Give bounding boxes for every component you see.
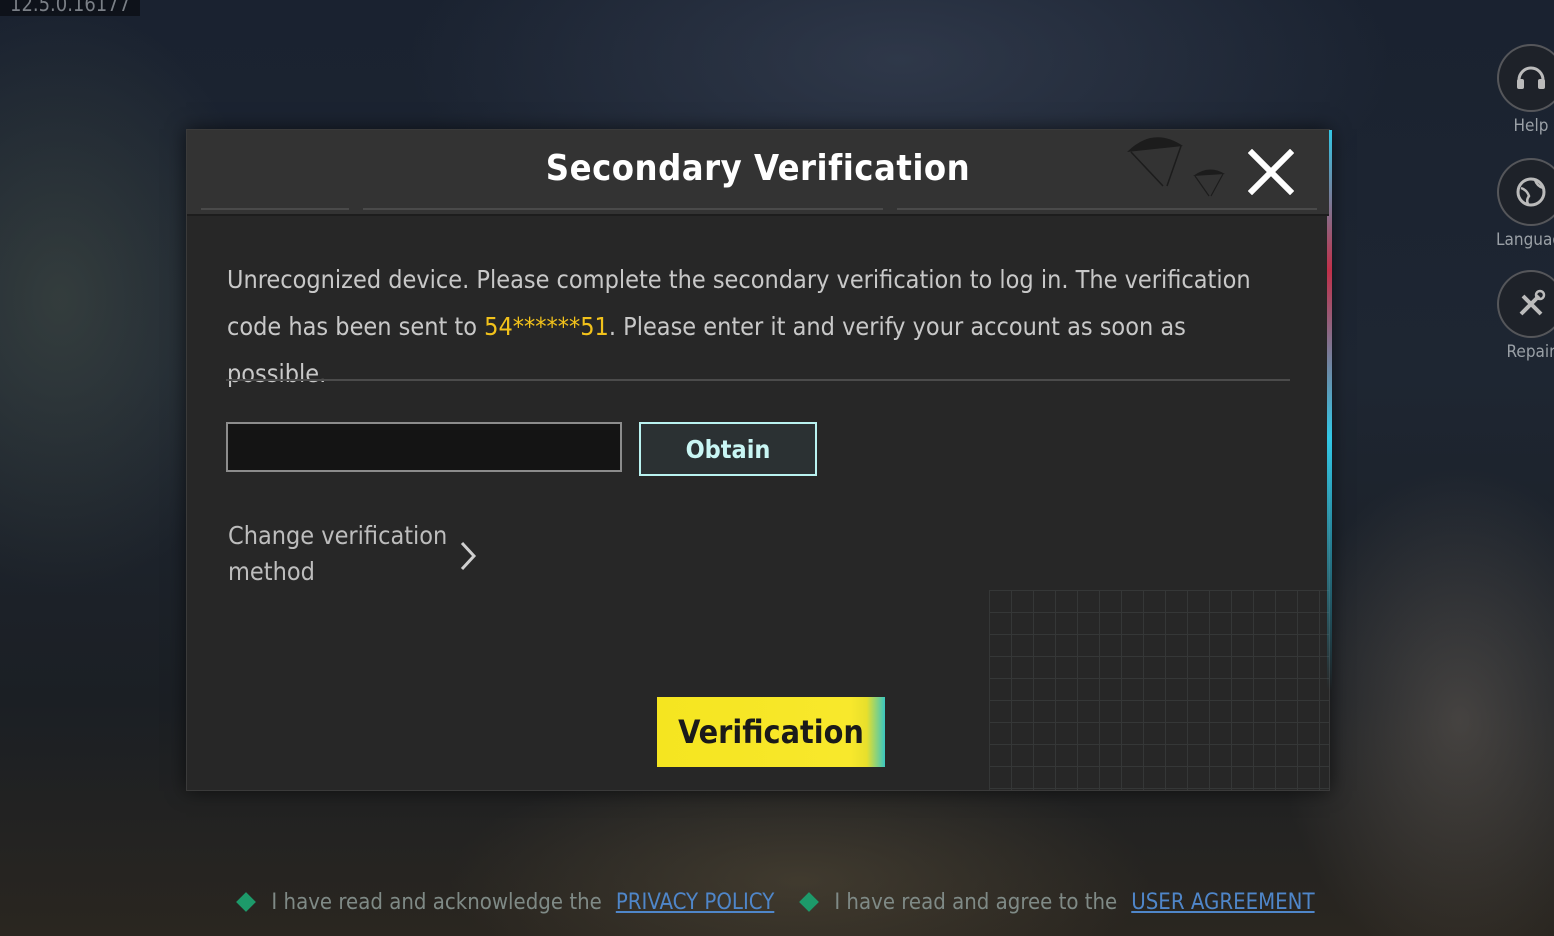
close-button[interactable] bbox=[1245, 146, 1297, 198]
change-verification-method-link[interactable]: Change verification method bbox=[228, 518, 498, 590]
verification-message: Unrecognized device. Please complete the… bbox=[227, 256, 1287, 397]
verification-button[interactable]: Verification bbox=[657, 697, 885, 767]
close-icon bbox=[1248, 149, 1294, 195]
chevron-right-icon bbox=[460, 541, 477, 571]
privacy-policy-link[interactable]: PRIVACY POLICY bbox=[616, 890, 775, 915]
globe-icon bbox=[1497, 158, 1554, 226]
tools-icon bbox=[1497, 270, 1554, 338]
footer-agreements: I have read and acknowledge the PRIVACY … bbox=[0, 880, 1554, 924]
divider bbox=[226, 379, 1290, 381]
header-stripe bbox=[897, 208, 1317, 210]
dialog-title: Secondary Verification bbox=[545, 148, 971, 189]
obtain-code-button[interactable]: Obtain bbox=[639, 422, 817, 476]
help-button[interactable]: Help bbox=[1496, 44, 1554, 136]
user-agreement-link[interactable]: USER AGREEMENT bbox=[1131, 890, 1314, 915]
masked-phone-number: 54******51 bbox=[484, 312, 609, 341]
privacy-agreement: I have read and acknowledge the PRIVACY … bbox=[236, 889, 775, 915]
privacy-checkbox[interactable] bbox=[236, 892, 257, 912]
language-label: Language bbox=[1496, 230, 1554, 250]
header-stripe bbox=[363, 208, 883, 210]
version-label: 12.5.0.16177 bbox=[0, 0, 141, 16]
help-label: Help bbox=[1513, 116, 1549, 136]
header-stripe bbox=[201, 208, 349, 210]
repair-label: Repair bbox=[1506, 342, 1554, 362]
privacy-text: I have read and acknowledge the bbox=[271, 889, 602, 915]
grid-decoration bbox=[989, 590, 1329, 790]
agreement-text: I have read and agree to the bbox=[834, 889, 1118, 915]
repair-button[interactable]: Repair bbox=[1496, 270, 1554, 362]
headset-icon bbox=[1497, 44, 1554, 112]
user-agreement: I have read and agree to the USER AGREEM… bbox=[799, 889, 1315, 915]
secondary-verification-dialog: Secondary Verification Unrecognized devi… bbox=[186, 129, 1332, 791]
dialog-header: Secondary Verification bbox=[187, 130, 1329, 216]
change-method-label: Change verification method bbox=[228, 521, 448, 586]
language-button[interactable]: Language bbox=[1496, 158, 1554, 250]
verification-code-input[interactable] bbox=[226, 422, 622, 472]
agreement-checkbox[interactable] bbox=[799, 892, 820, 912]
